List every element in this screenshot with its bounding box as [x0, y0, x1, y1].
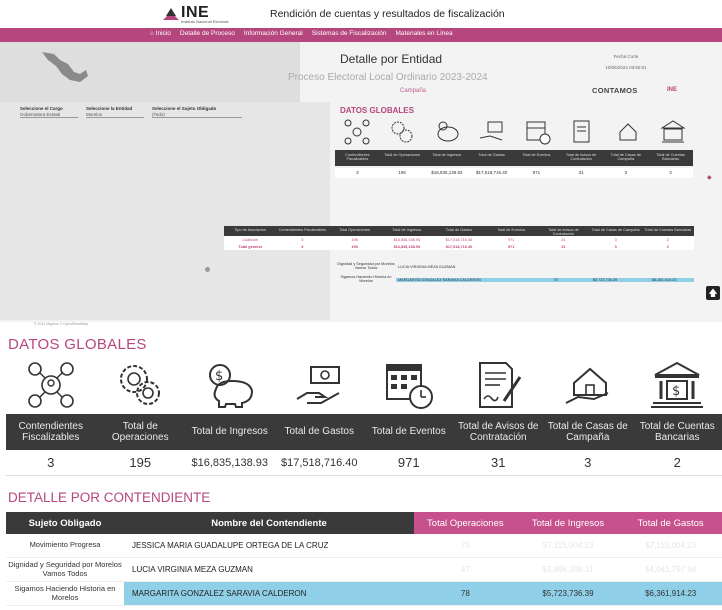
contender-table-header: Sujeto Obligado Nombre del Contendiente …	[6, 512, 722, 534]
value-contendientes: 3	[47, 455, 55, 470]
table-row[interactable]: Dignidad y Seguridad por Morelos Vamos T…	[336, 260, 694, 273]
ine-logo-subtitle: Instituto Nacional Electoral	[181, 19, 229, 24]
chevron-right-icon[interactable]: ◆	[707, 174, 712, 181]
top-header: INE Instituto Nacional Electoral Rendici…	[0, 0, 722, 28]
col-sujeto-obligado[interactable]: Sujeto Obligado	[6, 512, 124, 534]
piggy-bank-icon: $	[208, 364, 253, 408]
entity-map[interactable]	[0, 102, 330, 320]
contamos-ine-logo: INE	[667, 87, 678, 93]
piggy-bank-icon	[437, 121, 459, 142]
house-hand-icon	[565, 367, 609, 404]
value-casas: 3	[584, 455, 592, 470]
nav-item-sistemas-fiscalizacion[interactable]: Sistemas de Fiscalización	[312, 30, 387, 37]
col-nombre-contendiente[interactable]: Nombre del Contendiente	[124, 512, 414, 534]
hand-money-icon	[480, 121, 503, 141]
filter-sujeto-obligado[interactable]: Seleccione el Sujeto Obligado (Todo)	[152, 106, 242, 118]
bank-icon: $	[651, 361, 704, 408]
small-icons-row	[335, 118, 695, 148]
header-avisos: Total de Avisos de Contratación	[458, 420, 539, 444]
col-total-gastos[interactable]: Total de Gastos	[619, 512, 722, 534]
filter-cargo[interactable]: Seleccione el Cargo Gobernatura Estatal	[20, 106, 78, 118]
network-people-icon	[27, 362, 74, 408]
scroll-to-top-button[interactable]: 🡅	[706, 286, 720, 300]
value-eventos: 971	[397, 455, 420, 470]
datos-globales-values: 3 195 $16,835,138.93 $17,518,716.40 971 …	[6, 450, 722, 476]
datos-globales-small-title: DATOS GLOBALES	[340, 106, 414, 115]
value-ingresos: $16,835,138.93	[191, 457, 268, 469]
mexico-map-banner	[0, 42, 300, 102]
contract-pen-icon	[573, 120, 590, 143]
svg-text:$: $	[672, 384, 680, 399]
mexico-map-icon	[42, 52, 88, 82]
table-row-highlighted[interactable]: Sigamos Haciendo Historia en Morelos MAR…	[6, 582, 722, 606]
header-operaciones: Total de Operaciones	[111, 420, 169, 444]
value-operaciones: 195	[129, 455, 152, 470]
datos-globales-header: Contendientes Fiscalizables Total de Ope…	[6, 414, 722, 450]
value-gastos: $17,518,716.40	[281, 457, 358, 469]
header-gastos: Total de Gastos	[284, 426, 354, 438]
table-row-total[interactable]: Total general 3 195 $16,835,138.93 $17,518,7…	[224, 243, 694, 250]
col-total-ingresos[interactable]: Total de Ingresos	[516, 512, 620, 534]
value-cuentas: 2	[673, 455, 681, 470]
header-eventos: Total de Eventos	[371, 426, 446, 438]
header-cuentas: Total de Cuentas Bancarias	[639, 420, 715, 444]
datos-globales-title: DATOS GLOBALES	[8, 336, 147, 353]
association-table-header: Tipo de Asociación Contendientes Fiscaliz…	[224, 226, 694, 236]
fecha-corte: Fecha Corte 10/06/2024 03:50:01	[605, 54, 647, 70]
filter-entidad[interactable]: Seleccione la Entidad Morelos	[86, 106, 144, 118]
detalle-contendiente-title: DETALLE POR CONTENDIENTE	[8, 490, 211, 505]
contender-table: Sujeto Obligado Nombre del Contendiente …	[6, 512, 722, 606]
contender-mini-table: Dignidad y Seguridad por Morelos Vamos T…	[336, 260, 694, 286]
table-row[interactable]: Movimiento Progresa JESSICA MARIA GUADAL…	[6, 534, 722, 558]
detail-subtitle: Proceso Electoral Local Ordinario 2023-2…	[288, 72, 488, 83]
calendar-clock-icon	[385, 364, 433, 409]
nav-item-inicio[interactable]: ⌂ Inicio	[150, 30, 171, 37]
nav-item-materiales-linea[interactable]: Materiales en Línea	[396, 30, 453, 37]
ine-logo[interactable]: INE Instituto Nacional Electoral	[163, 4, 229, 26]
map-attribution[interactable]: © 2024 Mapbox © OpenStreetMap	[34, 322, 88, 326]
detail-title: Detalle por Entidad	[340, 52, 443, 66]
main-navbar: ⌂ Inicio Detalle de Proceso Información …	[0, 28, 722, 42]
filters-bar: Seleccione el Cargo Gobernatura Estatal S…	[20, 106, 242, 118]
association-table: Tipo de Asociación Contendientes Fiscaliz…	[224, 226, 694, 250]
table-row[interactable]: Dignidad y Seguridad por Morelos Vamos T…	[6, 558, 722, 582]
contamos-logo: CONTAMOS	[592, 86, 638, 95]
col-total-operaciones[interactable]: Total Operaciones	[414, 512, 517, 534]
house-hand-icon	[619, 123, 637, 141]
hand-money-icon	[296, 366, 341, 404]
table-row[interactable]: Coalición 3 195 $16,835,138.93 $17,518,716.4…	[224, 236, 694, 243]
gears-coins-icon	[120, 365, 161, 405]
header-contendientes: Contendientes Fiscalizables	[18, 420, 84, 444]
gears-coins-icon	[391, 121, 413, 143]
page-title: Rendición de cuentas y resultados de fis…	[270, 8, 505, 20]
bank-icon	[660, 120, 686, 143]
contract-pen-icon	[479, 362, 522, 408]
campaign-label: Campaña	[400, 88, 427, 94]
map-marker[interactable]	[205, 267, 210, 272]
embedded-dashboard: Detalle por Entidad Proceso Electoral Lo…	[0, 42, 722, 326]
network-people-icon	[344, 119, 370, 145]
header-casas: Total de Casas de Campaña	[547, 420, 628, 444]
calendar-clock-icon	[526, 121, 551, 145]
table-row-highlighted[interactable]: Sigamos Haciendo Historia en Morelos MAR…	[336, 273, 694, 286]
ine-logo-icon	[163, 8, 179, 20]
value-avisos: 31	[491, 455, 506, 470]
small-stats-header: Contendientes Fiscalizables Total de Oper…	[335, 150, 693, 166]
datos-globales-icons: $ $	[6, 358, 722, 412]
header-ingresos: Total de Ingresos	[191, 426, 268, 438]
nav-item-detalle-proceso[interactable]: Detalle de Proceso	[180, 30, 235, 37]
nav-item-informacion-general[interactable]: Información General	[244, 30, 303, 37]
small-stats-values: 3 195 $16,835,138.93 $17,518,716.40 971 31 3 2	[335, 168, 693, 178]
